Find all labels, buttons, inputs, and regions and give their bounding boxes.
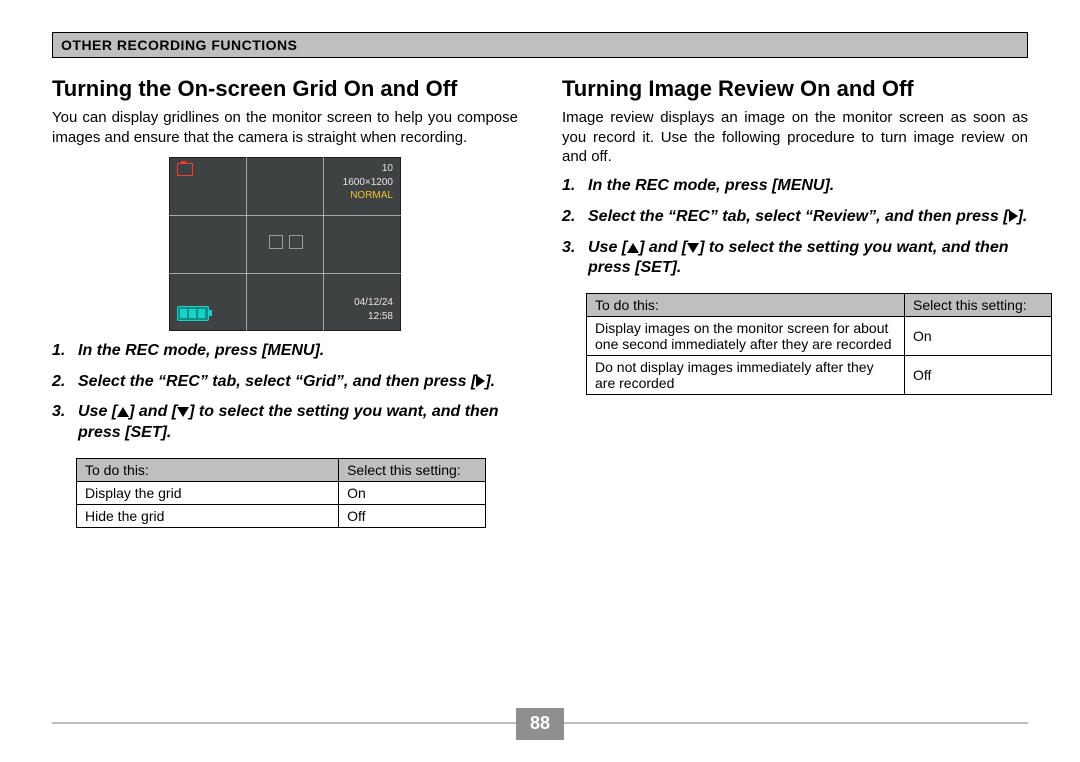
grid-line [323,157,324,331]
left-title: Turning the On-screen Grid On and Off [52,76,518,102]
th-action: To do this: [587,294,905,317]
td-action: Display images on the monitor screen for… [587,317,905,356]
left-column: Turning the On-screen Grid On and Off Yo… [52,76,518,528]
step-number: 2. [52,372,78,393]
table-row: Do not display images immediately after … [587,356,1052,395]
down-arrow-icon [177,407,189,417]
up-arrow-icon [627,243,639,253]
content-columns: Turning the On-screen Grid On and Off Yo… [52,76,1028,528]
right-intro: Image review displays an image on the mo… [562,108,1028,166]
right-arrow-icon [1009,210,1018,222]
left-step-1: 1. In the REC mode, press [MENU]. [52,341,518,362]
td-action: Do not display images immediately after … [587,356,905,395]
td-action: Display the grid [77,481,339,504]
focus-bracket [289,235,303,249]
left-step-3: 3. Use [] and [] to select the setting y… [52,402,518,444]
th-setting: Select this setting: [905,294,1052,317]
grid-line [169,273,401,274]
section-header: OTHER RECORDING FUNCTIONS [52,32,1028,58]
camera-mode-icon [177,163,193,176]
page-number: 88 [516,708,564,740]
right-step-1: 1. In the REC mode, press [MENU]. [562,176,1028,197]
resolution-label: 1600×1200 [343,177,393,189]
step-text: Use [] and [] to select the setting you … [78,402,518,444]
table-row: Hide the grid Off [77,504,486,527]
table-header-row: To do this: Select this setting: [77,458,486,481]
td-setting: On [905,317,1052,356]
td-setting: Off [905,356,1052,395]
td-setting: Off [339,504,486,527]
right-steps: 1. In the REC mode, press [MENU]. 2. Sel… [562,176,1028,279]
focus-bracket [269,235,283,249]
grid-line [169,215,401,216]
left-steps: 1. In the REC mode, press [MENU]. 2. Sel… [52,341,518,444]
td-setting: On [339,481,486,504]
td-action: Hide the grid [77,504,339,527]
th-action: To do this: [77,458,339,481]
th-setting: Select this setting: [339,458,486,481]
time-label: 12:58 [368,311,393,323]
step-number: 1. [562,176,588,197]
right-title: Turning Image Review On and Off [562,76,1028,102]
left-intro: You can display gridlines on the monitor… [52,108,518,146]
left-options-table: To do this: Select this setting: Display… [76,458,486,528]
grid-line [246,157,247,331]
quality-label: NORMAL [350,190,393,202]
table-header-row: To do this: Select this setting: [587,294,1052,317]
step-text: Use [] and [] to select the setting you … [588,238,1028,280]
table-row: Display the grid On [77,481,486,504]
step-text: Select the “REC” tab, select “Review”, a… [588,207,1028,228]
right-step-2: 2. Select the “REC” tab, select “Review”… [562,207,1028,228]
shots-remaining: 10 [382,163,393,175]
right-column: Turning Image Review On and Off Image re… [562,76,1028,528]
step-number: 2. [562,207,588,228]
right-step-3: 3. Use [] and [] to select the setting y… [562,238,1028,280]
right-arrow-icon [476,375,485,387]
step-text: In the REC mode, press [MENU]. [78,341,518,362]
battery-icon [177,306,209,321]
step-number: 3. [562,238,588,280]
camera-screen: 10 1600×1200 NORMAL 04/12/24 12:58 [169,157,401,331]
left-step-2: 2. Select the “REC” tab, select “Grid”, … [52,372,518,393]
camera-screen-illustration: 10 1600×1200 NORMAL 04/12/24 12:58 [52,157,518,331]
down-arrow-icon [687,243,699,253]
up-arrow-icon [117,407,129,417]
date-label: 04/12/24 [354,297,393,309]
step-number: 3. [52,402,78,444]
right-options-table: To do this: Select this setting: Display… [586,293,1052,395]
step-text: Select the “REC” tab, select “Grid”, and… [78,372,518,393]
step-text: In the REC mode, press [MENU]. [588,176,1028,197]
table-row: Display images on the monitor screen for… [587,317,1052,356]
step-number: 1. [52,341,78,362]
